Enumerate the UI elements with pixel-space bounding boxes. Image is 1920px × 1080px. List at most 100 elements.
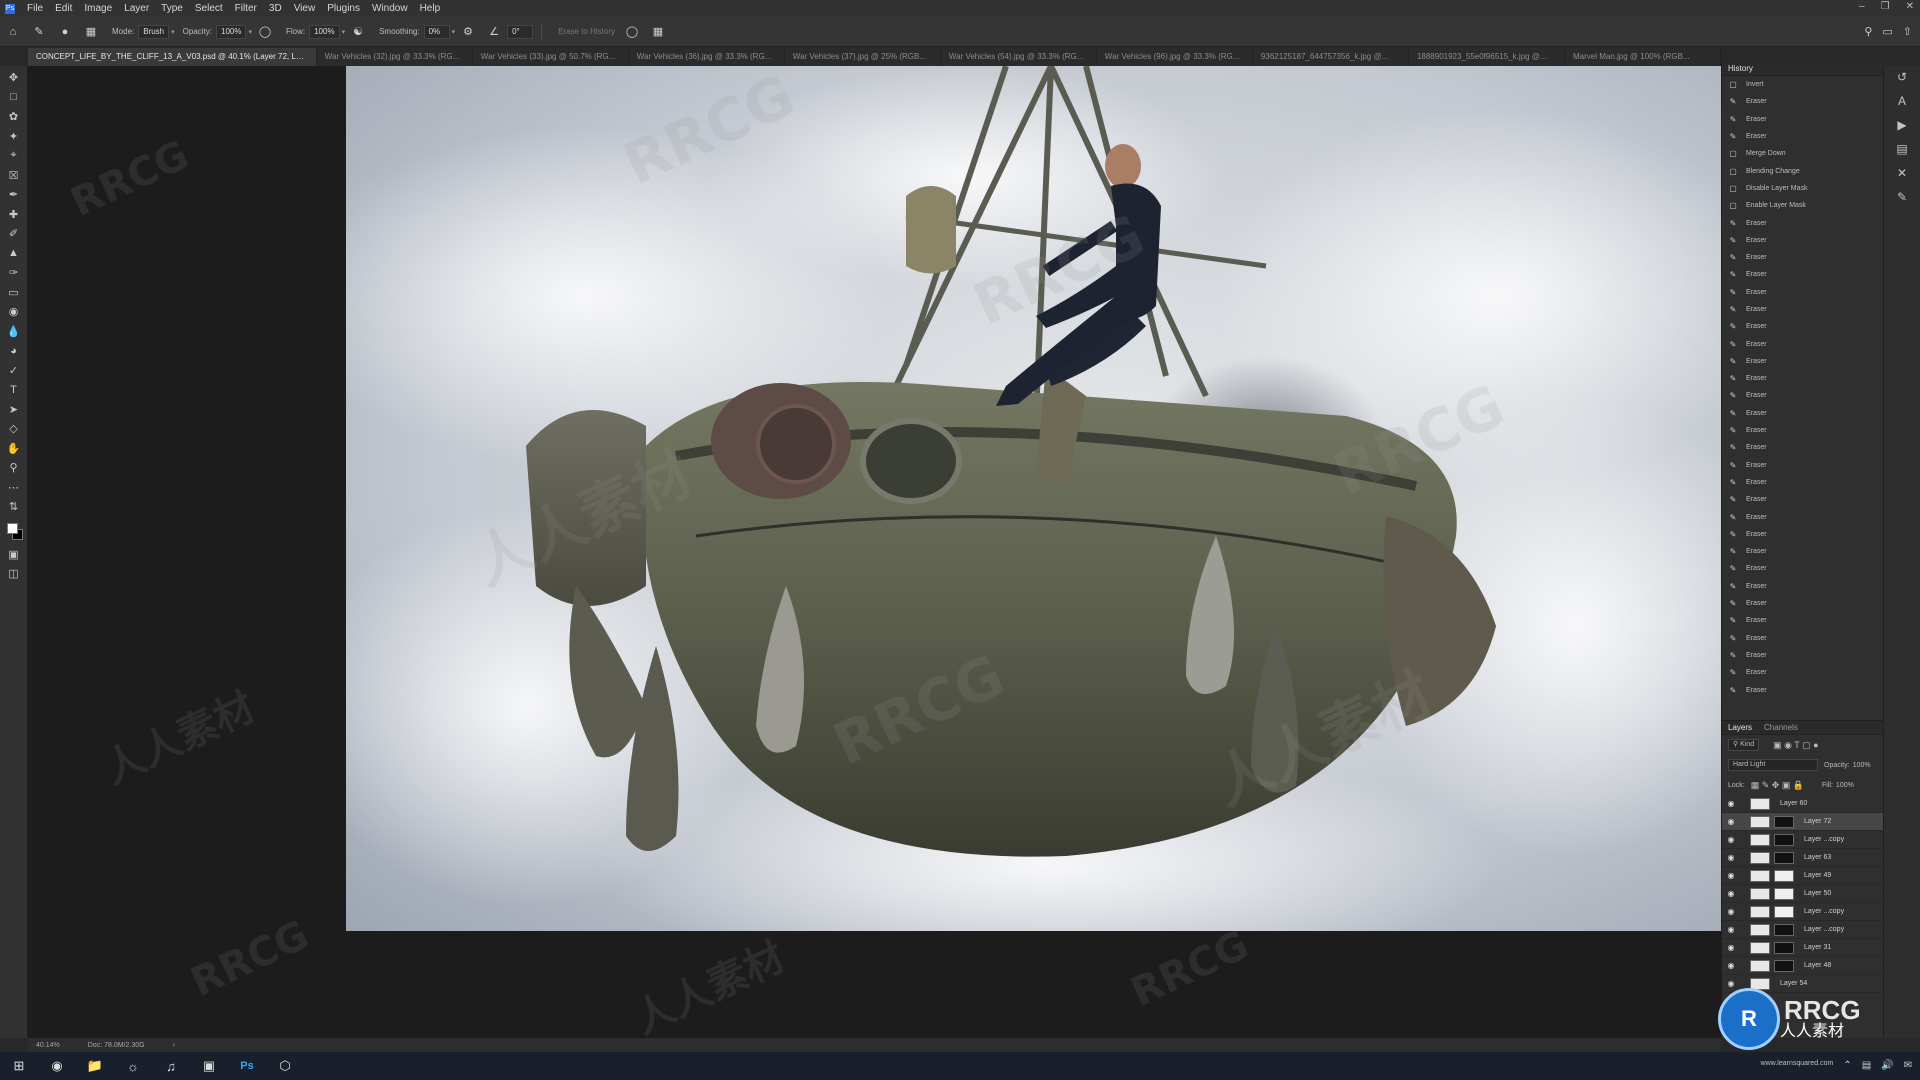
history-state[interactable]: ✎ Eraser (1722, 457, 1883, 474)
tab-document[interactable]: Marvel Man.jpg @ 100% (RGB... (1565, 48, 1721, 66)
layer-mask-thumbnail[interactable] (1774, 959, 1794, 972)
layer-mask-thumbnail[interactable] (1774, 815, 1794, 828)
pressure-opacity-icon[interactable]: ◯ (258, 25, 272, 39)
pen-tool-icon[interactable]: ✓ (4, 361, 24, 381)
swap-colors-icon[interactable]: ⇅ (4, 497, 24, 517)
search-icon[interactable]: ⚲ (1864, 25, 1872, 38)
layer-row[interactable]: ◉ Layer 50 (1722, 885, 1884, 903)
shape-tool-icon[interactable]: ◇ (4, 419, 24, 439)
tab-document[interactable]: War Vehicles (33).jpg @ 50.7% (RG... (473, 48, 629, 66)
marquee-tool-icon[interactable]: □ (4, 88, 24, 108)
layer-mask-thumbnail[interactable] (1774, 869, 1794, 882)
history-state[interactable]: ✎ Eraser (1722, 526, 1883, 543)
menu-plugins[interactable]: Plugins (321, 3, 366, 14)
gear-icon[interactable]: ⚙ (461, 25, 475, 39)
eye-icon[interactable]: ◉ (1722, 853, 1740, 862)
history-state[interactable]: ✎ Eraser (1722, 508, 1883, 525)
menu-image[interactable]: Image (78, 3, 118, 14)
pressure-size-icon[interactable]: ◯ (625, 25, 639, 39)
clone-stamp-tool-icon[interactable]: ▲ (4, 244, 24, 264)
share-icon[interactable]: ⇧ (1903, 25, 1912, 38)
history-state[interactable]: ✎ Eraser (1722, 439, 1883, 456)
history-state[interactable]: ✎ Eraser (1722, 214, 1883, 231)
properties-panel-icon[interactable]: ▤ (1896, 142, 1907, 156)
history-state[interactable]: ✎ Eraser (1722, 612, 1883, 629)
layer-row[interactable]: ◉ Layer 60 (1722, 795, 1884, 813)
paint-bucket-tool-icon[interactable]: ◉ (4, 302, 24, 322)
eyedropper-tool-icon[interactable]: ✒ (4, 185, 24, 205)
symmetry-icon[interactable]: ▦ (651, 25, 665, 39)
layer-row[interactable]: ◉ Layer ...copy (1722, 831, 1884, 849)
history-state[interactable]: ✎ Eraser (1722, 578, 1883, 595)
history-state[interactable]: ✎ Eraser (1722, 474, 1883, 491)
history-state[interactable]: ✎ Eraser (1722, 93, 1883, 110)
brush-settings-icon[interactable]: ▦ (84, 25, 98, 39)
chrome-icon[interactable]: ◉ (38, 1052, 76, 1080)
brush-panel-icon[interactable]: ✎ (1897, 190, 1907, 204)
history-state[interactable]: ✎ Eraser (1722, 318, 1883, 335)
type-tool-icon[interactable]: T (4, 380, 24, 400)
eye-icon[interactable]: ◉ (1722, 925, 1740, 934)
zoom-level[interactable]: 40.14% (36, 1042, 60, 1049)
path-selection-tool-icon[interactable]: ➤ (4, 400, 24, 420)
history-state[interactable]: ✎ Eraser (1722, 301, 1883, 318)
blender-icon[interactable]: ☼ (114, 1052, 152, 1080)
eye-icon[interactable]: ◉ (1722, 871, 1740, 880)
canvas-workspace[interactable]: RRCG RRCG RRCG 人人素材 RRCG 人人素材 RRCG 人人素材 … (28, 66, 1721, 1038)
eye-icon[interactable]: ◉ (1722, 835, 1740, 844)
airbrush-icon[interactable]: ☯ (351, 25, 365, 39)
layer-opacity-field[interactable]: 100% (1853, 762, 1871, 769)
layer-row[interactable]: ◉ Layer 48 (1722, 957, 1884, 975)
discord-icon[interactable]: ▣ (190, 1052, 228, 1080)
photoshop-taskbar-icon[interactable]: Ps (228, 1052, 266, 1080)
tab-document[interactable]: War Vehicles (37).jpg @ 25% (RGB... (785, 48, 941, 66)
history-state[interactable]: ✎ Eraser (1722, 595, 1883, 612)
eye-icon[interactable]: ◉ (1722, 943, 1740, 952)
erase-to-history-checkbox[interactable]: Erase to History (558, 27, 615, 36)
file-explorer-icon[interactable]: 📁 (76, 1052, 114, 1080)
history-state[interactable]: ✎ Eraser (1722, 111, 1883, 128)
layer-mask-thumbnail[interactable] (1774, 851, 1794, 864)
history-state[interactable]: ✎ Eraser (1722, 543, 1883, 560)
menu-edit[interactable]: Edit (49, 3, 78, 14)
history-panel-icon[interactable]: ↺ (1897, 70, 1907, 84)
windows-start-icon[interactable]: ⊞ (0, 1052, 38, 1080)
history-state[interactable]: ✎ Eraser (1722, 664, 1883, 681)
menu-file[interactable]: File (21, 3, 49, 14)
history-brush-tool-icon[interactable]: ✑ (4, 263, 24, 283)
history-state[interactable]: ✎ Eraser (1722, 560, 1883, 577)
restore-icon[interactable]: ❐ (1881, 1, 1890, 12)
brush-size-icon[interactable]: ● (58, 25, 72, 39)
tab-document[interactable]: War Vehicles (96).jpg @ 33.3% (RG... (1097, 48, 1253, 66)
layer-row[interactable]: ◉ Layer 63 (1722, 849, 1884, 867)
eye-icon[interactable]: ◉ (1722, 961, 1740, 970)
history-state[interactable]: ✎ Eraser (1722, 335, 1883, 352)
menu-3d[interactable]: 3D (263, 3, 288, 14)
lasso-tool-icon[interactable]: ✿ (4, 107, 24, 127)
blur-tool-icon[interactable]: 💧 (4, 322, 24, 342)
angle-field[interactable]: 0° (507, 24, 534, 39)
tab-document[interactable]: War Vehicles (36).jpg @ 33.3% (RG... (629, 48, 785, 66)
menu-type[interactable]: Type (155, 3, 189, 14)
layer-row[interactable]: ◉ Layer 31 (1722, 939, 1884, 957)
filter-icons[interactable]: ▣ ◉ T ▢ ● (1773, 740, 1818, 751)
spotify-icon[interactable]: ♫ (152, 1052, 190, 1080)
layer-mask-thumbnail[interactable] (1774, 941, 1794, 954)
layer-mask-thumbnail[interactable] (1774, 905, 1794, 918)
history-state[interactable]: ✎ Eraser (1722, 370, 1883, 387)
layer-row[interactable]: ◉ Layer 49 (1722, 867, 1884, 885)
zoom-tool-icon[interactable]: ⚲ (4, 458, 24, 478)
history-state[interactable]: ✎ Eraser (1722, 491, 1883, 508)
quick-mask-icon[interactable]: ▣ (4, 545, 24, 565)
menu-select[interactable]: Select (189, 3, 229, 14)
layer-mask-thumbnail[interactable] (1774, 923, 1794, 936)
healing-brush-tool-icon[interactable]: ✚ (4, 205, 24, 225)
tools-settings-icon[interactable]: ✕ (1897, 166, 1907, 180)
lock-icons[interactable]: ▦ ✎ ✥ ▣ 🔒 (1751, 780, 1804, 791)
menu-view[interactable]: View (288, 3, 322, 14)
eye-icon[interactable]: ◉ (1722, 907, 1740, 916)
tab-layers[interactable]: Layers (1728, 723, 1752, 732)
workspace-icon[interactable]: ▭ (1882, 25, 1892, 38)
tab-channels[interactable]: Channels (1764, 723, 1798, 732)
tab-document[interactable]: War Vehicles (32).jpg @ 33.3% (RG... (317, 48, 473, 66)
